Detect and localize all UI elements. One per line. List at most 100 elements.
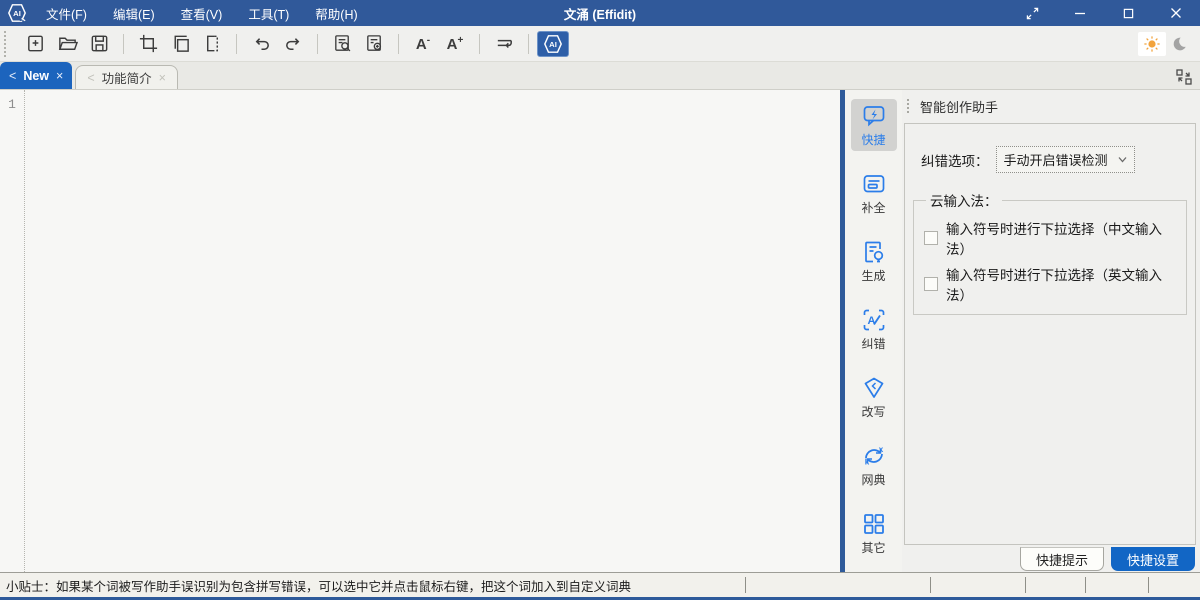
app-logo-icon: AI [5, 3, 29, 23]
svg-text:x: x [878, 445, 883, 454]
font-increase-button[interactable]: A+ [441, 31, 469, 57]
fullscreen-button[interactable] [1008, 0, 1056, 26]
toolbar-separator [479, 34, 480, 54]
tabbar: < New × < 功能简介 × [0, 62, 1200, 90]
close-button[interactable] [1152, 0, 1200, 26]
minimize-button[interactable] [1056, 0, 1104, 26]
undo-button[interactable] [247, 31, 275, 57]
cloud-ime-group: 云输入法： 输入符号时进行下拉选择（中文输入法） 输入符号时进行下拉选择（英文输… [913, 190, 1187, 315]
sidebar-item-label: 快捷 [861, 131, 885, 148]
sidebar-item-label: 其它 [861, 539, 885, 556]
shortcut-bubble-bolt-icon [861, 103, 887, 129]
svg-text:k: k [864, 458, 869, 467]
generate-doc-bulb-icon [861, 239, 887, 265]
completion-card-icon [861, 171, 887, 197]
line-number-gutter: 1 [0, 90, 25, 572]
sidebar-item-dictionary[interactable]: x k 网典 [851, 439, 897, 491]
panel-header: 智能创作助手 [902, 90, 1200, 122]
tab-label: New [23, 69, 49, 83]
sidebar-item-label: 纠错 [861, 335, 885, 352]
light-theme-button[interactable] [1138, 32, 1166, 56]
checkbox-unchecked[interactable] [924, 277, 938, 291]
toolbar-separator [398, 34, 399, 54]
word-wrap-button[interactable] [490, 31, 518, 57]
line-number: 1 [8, 97, 16, 112]
cloud-ime-option-chinese[interactable]: 输入符号时进行下拉选择（中文输入法） [924, 218, 1176, 258]
dark-theme-button[interactable] [1166, 32, 1192, 56]
sidebar-item-shortcut[interactable]: 快捷 [851, 99, 897, 151]
toolbar: A- A+ AI [0, 26, 1200, 62]
checkbox-label: 输入符号时进行下拉选择（中文输入法） [946, 218, 1176, 258]
menubar: 文件(F) 编辑(E) 查看(V) 工具(T) 帮助(H) [35, 0, 369, 27]
ai-panel-toggle-button[interactable]: AI [537, 31, 569, 57]
toolbar-separator [123, 34, 124, 54]
statusbar-separator [1025, 577, 1026, 593]
find-replace-button[interactable] [360, 31, 388, 57]
open-file-button[interactable] [53, 31, 81, 57]
paste-button[interactable] [198, 31, 226, 57]
shortcut-settings-button[interactable]: 快捷设置 [1111, 547, 1195, 571]
redo-button[interactable] [279, 31, 307, 57]
tab-feature-intro[interactable]: < 功能简介 × [75, 65, 178, 89]
menu-help[interactable]: 帮助(H) [304, 0, 368, 27]
sidebar-item-correction[interactable]: A 纠错 [851, 303, 897, 355]
cut-button[interactable] [134, 31, 162, 57]
tab-back-icon[interactable]: < [87, 71, 94, 85]
font-decrease-button[interactable]: A- [409, 31, 437, 57]
statusbar-separator [930, 577, 931, 593]
sidebar-item-rewrite[interactable]: 改写 [851, 371, 897, 423]
save-button[interactable] [85, 31, 113, 57]
statusbar: 小贴士：如果某个词被写作助手误识别为包含拼写错误，可以选中它并点击鼠标右键，把这… [0, 572, 1200, 597]
statusbar-separator [745, 577, 746, 593]
swap-layout-icon[interactable] [1175, 68, 1193, 86]
status-tip-text: 小贴士：如果某个词被写作助手误识别为包含拼写错误，可以选中它并点击鼠标右键，把这… [6, 576, 631, 595]
svg-text:AI: AI [13, 9, 21, 18]
editor-area[interactable]: 1 [0, 90, 840, 572]
tab-new[interactable]: < New × [0, 62, 72, 89]
menu-tools[interactable]: 工具(T) [237, 0, 300, 27]
panel-settings-box: 纠错选项： 手动开启错误检测 云输入法： 输入符号时进行下拉选择（中文输入法） [904, 123, 1196, 545]
chevron-down-icon [1118, 156, 1127, 163]
theme-toggle [1138, 32, 1192, 56]
sidebar-item-generate[interactable]: 生成 [851, 235, 897, 287]
cloud-ime-option-english[interactable]: 输入符号时进行下拉选择（英文输入法） [924, 264, 1176, 304]
toolbar-separator [236, 34, 237, 54]
rewrite-gem-icon [861, 375, 887, 401]
menu-file[interactable]: 文件(F) [35, 0, 98, 27]
tab-close-icon[interactable]: × [56, 69, 63, 83]
assistant-panel: 智能创作助手 纠错选项： 手动开启错误检测 云输入法： [902, 90, 1200, 572]
svg-text:A: A [867, 315, 875, 327]
toolbar-separator [317, 34, 318, 54]
maximize-button[interactable] [1104, 0, 1152, 26]
menu-edit[interactable]: 编辑(E) [102, 0, 166, 27]
toolbar-drag-handle[interactable] [4, 31, 11, 57]
checkbox-unchecked[interactable] [924, 231, 938, 245]
tab-close-icon[interactable]: × [159, 71, 166, 85]
dictionary-refresh-icon: x k [861, 443, 887, 469]
sidebar-item-label: 网典 [861, 471, 885, 488]
window-controls [1008, 0, 1200, 26]
toolbar-separator [528, 34, 529, 54]
window-title: 文涌 (Effidit) [564, 4, 636, 23]
sidebar-item-other[interactable]: 其它 [851, 507, 897, 559]
correction-mode-dropdown[interactable]: 手动开启错误检测 [996, 146, 1135, 173]
other-grid-icon [861, 511, 887, 537]
panel-drag-handle[interactable] [907, 99, 911, 113]
menu-view[interactable]: 查看(V) [170, 0, 234, 27]
effidit-window: AI 文件(F) 编辑(E) 查看(V) 工具(T) 帮助(H) 文涌 (Eff… [0, 0, 1200, 600]
panel-footer-tabs: 快捷提示 快捷设置 [1020, 547, 1195, 571]
shortcut-tips-button[interactable]: 快捷提示 [1020, 547, 1104, 571]
copy-button[interactable] [166, 31, 194, 57]
tab-label: 功能简介 [102, 68, 152, 87]
correction-option-label: 纠错选项： [921, 150, 989, 170]
find-button[interactable] [328, 31, 356, 57]
sidebar-item-label: 生成 [861, 267, 885, 284]
dropdown-value: 手动开启错误检测 [1004, 150, 1108, 169]
new-file-button[interactable] [21, 31, 49, 57]
tab-back-icon[interactable]: < [9, 69, 16, 83]
svg-text:AI: AI [549, 40, 557, 49]
ai-feature-sidebar: 快捷 补全 生成 [845, 90, 902, 572]
correction-spellcheck-icon: A [861, 307, 887, 333]
sidebar-item-completion[interactable]: 补全 [851, 167, 897, 219]
panel-title: 智能创作助手 [920, 97, 998, 116]
